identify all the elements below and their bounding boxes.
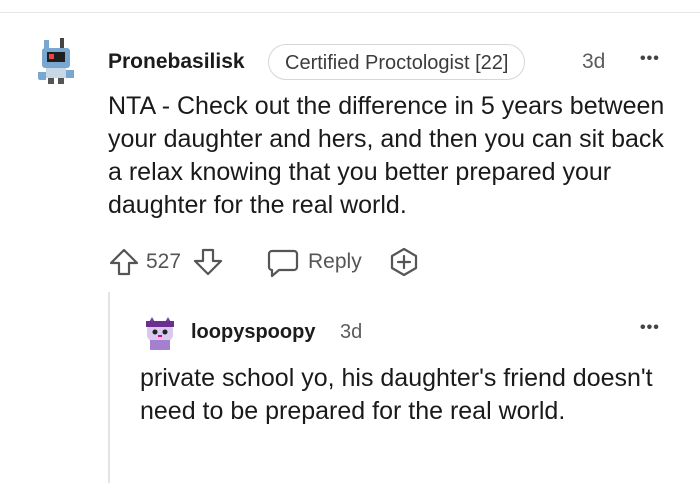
thread-line[interactable] [108, 292, 110, 483]
comment-pronebasilisk: Pronebasilisk Certified Proctologist [22… [0, 0, 700, 300]
award-button[interactable] [388, 244, 420, 280]
cat-avatar-icon [140, 314, 180, 354]
downvote-button[interactable] [192, 244, 224, 280]
vote-count: 527 [146, 250, 182, 273]
comment-author[interactable]: loopyspoopy [191, 321, 315, 344]
user-avatar[interactable] [30, 34, 82, 86]
comment-age[interactable]: 3d [340, 321, 362, 344]
more-options-button[interactable]: ••• [640, 50, 660, 68]
user-flair: Certified Proctologist [22] [268, 44, 526, 80]
more-options-icon: ••• [640, 50, 660, 67]
comment-body: private school yo, his daughter's friend… [140, 364, 653, 425]
downvote-icon [193, 248, 223, 276]
reply-button[interactable]: Reply [266, 244, 362, 280]
upvote-button[interactable] [108, 244, 140, 280]
reply-label: Reply [308, 250, 362, 273]
user-avatar[interactable] [140, 314, 180, 354]
reply-bubble-icon [267, 249, 299, 278]
robot-avatar-icon [30, 34, 82, 86]
award-plus-icon [390, 247, 418, 277]
more-options-button[interactable]: ••• [640, 319, 660, 337]
comment-age[interactable]: 3d [582, 50, 605, 74]
comment-body: NTA - Check out the difference in 5 year… [108, 92, 665, 219]
more-options-icon: ••• [640, 319, 660, 336]
comment-author[interactable]: Pronebasilisk [108, 50, 245, 74]
upvote-icon [109, 248, 139, 276]
